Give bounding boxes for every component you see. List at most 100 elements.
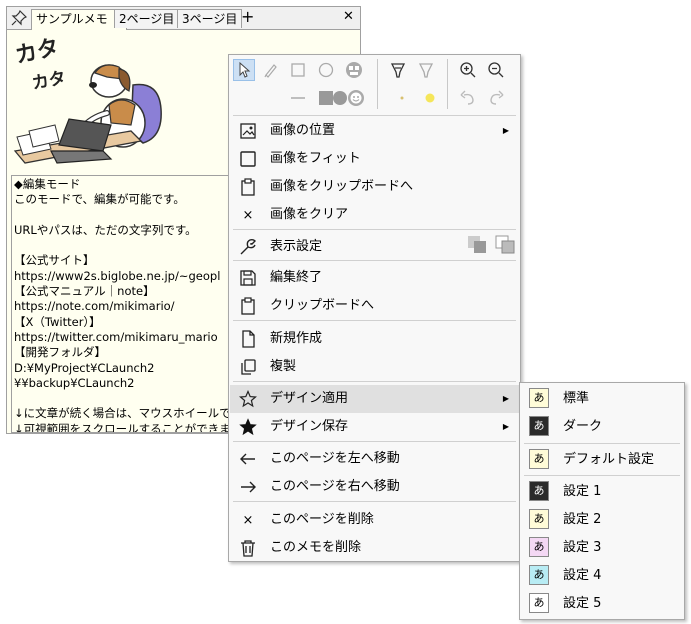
menu-item-label: クリップボードへ (270, 298, 375, 313)
zoom-out-icon (488, 62, 504, 78)
menu-item-label: このページを削除 (270, 512, 374, 527)
design-swatch-icon: あ (529, 388, 549, 408)
select-tool-button[interactable] (233, 59, 255, 81)
menu-item[interactable]: このページを左へ移動 (230, 445, 519, 473)
menu-item[interactable]: 複製 (230, 353, 519, 381)
pen-icon (264, 64, 277, 78)
submenu-item[interactable]: あ設定 3 (521, 534, 683, 562)
design-swatch-icon: あ (529, 416, 549, 436)
redo-button[interactable] (485, 87, 507, 109)
menu-item[interactable]: 編集終了 (230, 264, 519, 292)
submenu-item[interactable]: あ設定 5 (521, 590, 683, 618)
save-icon (238, 268, 258, 288)
menu-separator (233, 441, 516, 442)
menu-item-label: 画像をクリップボードへ (270, 179, 414, 194)
rectangle-outline-icon (291, 63, 305, 77)
image-text-2: カタ (30, 68, 67, 94)
menu-item[interactable]: × このページを削除 (230, 506, 519, 534)
undo-icon (460, 90, 474, 105)
menu-item[interactable]: デザイン保存 ▶ (230, 413, 519, 441)
memo-image: カタ カタ (11, 33, 177, 173)
menu-separator (233, 229, 516, 230)
menu-item[interactable]: 画像をクリップボードへ (230, 173, 519, 201)
highlighter-tool-button[interactable] (415, 59, 437, 81)
menu-item-label: このページを右へ移動 (270, 479, 400, 494)
image-position-icon (238, 121, 258, 141)
submenu-item[interactable]: あ標準 (521, 385, 683, 413)
submenu-item[interactable]: あダーク (521, 413, 683, 441)
submenu-item[interactable]: あ設定 4 (521, 562, 683, 590)
close-memo-button[interactable]: ✕ (343, 9, 354, 24)
clipboard-icon (238, 296, 258, 316)
design-swatch-icon: あ (529, 537, 549, 557)
menu-item[interactable]: このメモを削除 (230, 534, 519, 562)
small-dot-icon (400, 96, 404, 100)
tab-label: 2ページ目 (119, 12, 175, 26)
pen-tool-button[interactable] (260, 59, 282, 81)
large-dot-icon (425, 93, 435, 103)
design-swatch-icon: あ (529, 449, 549, 469)
add-tab-button[interactable]: + (241, 7, 254, 26)
cursor-icon (239, 62, 251, 78)
submenu-item-label: 設定 4 (563, 568, 602, 583)
menu-item[interactable]: このページを右へ移動 (230, 473, 519, 501)
redo-icon (490, 90, 504, 105)
submenu-item[interactable]: あ設定 2 (521, 506, 683, 534)
menu-item-label: 複製 (270, 359, 297, 374)
submenu-item-label: 標準 (563, 391, 590, 406)
menu-item-label: デザイン保存 (270, 419, 349, 434)
menu-item[interactable]: 新規作成 (230, 325, 519, 353)
dog-typing-illustration: カタ カタ (13, 35, 162, 164)
marker-tool-button[interactable] (387, 59, 409, 81)
image-text-1: カタ (13, 35, 61, 69)
mosaic-tool-button[interactable] (343, 59, 365, 81)
menu-item[interactable]: 画像の位置 ▶ (230, 117, 519, 145)
submenu-item[interactable]: あデフォルト設定 (521, 446, 683, 474)
clipboard-icon (238, 177, 258, 197)
menu-item[interactable]: 画像をフィット (230, 145, 519, 173)
zoom-out-button[interactable] (485, 59, 507, 81)
tab-page-2[interactable]: 2ページ目 (114, 9, 180, 28)
menu-item[interactable]: × 画像をクリア (230, 201, 519, 229)
menu-separator (233, 381, 516, 382)
design-swatch-icon: あ (529, 481, 549, 501)
ellipse-tool-button[interactable] (315, 59, 337, 81)
small-dot-button[interactable] (391, 87, 413, 109)
design-swatch-icon: あ (529, 565, 549, 585)
undo-button[interactable] (457, 87, 479, 109)
design-swatch-icon: あ (529, 509, 549, 529)
duplicate-icon (238, 357, 258, 377)
rectangle-tool-button[interactable] (287, 59, 309, 81)
pin-icon[interactable] (11, 9, 28, 29)
zoom-in-icon (460, 62, 476, 78)
submenu-item-label: 設定 1 (563, 484, 602, 499)
submenu-separator (524, 475, 680, 476)
star-filled-icon (238, 417, 258, 437)
menu-separator (233, 501, 516, 502)
menu-item[interactable]: デザイン適用 ▶ (230, 385, 519, 413)
submenu-item[interactable]: あ設定 1 (521, 478, 683, 506)
submenu-arrow-icon: ▶ (502, 394, 509, 403)
submenu-item-label: 設定 2 (563, 512, 602, 527)
x-icon: × (242, 207, 254, 223)
square-icon (238, 149, 258, 169)
menu-item[interactable]: クリップボードへ (230, 292, 519, 320)
view-setting-icon-b[interactable] (495, 235, 517, 258)
menu-item-label: このメモを削除 (270, 540, 362, 555)
menu-separator (233, 320, 516, 321)
large-dot-button[interactable] (419, 87, 441, 109)
submenu-arrow-icon: ▶ (502, 422, 509, 431)
marker-icon (390, 63, 406, 78)
submenu-arrow-icon: ▶ (502, 126, 509, 135)
zoom-in-button[interactable] (457, 59, 479, 81)
context-menu: 画像の位置 ▶ 画像をフィット 画像をクリップボードへ × 画像をクリア 表示設定 編集終了ク… (228, 54, 521, 562)
menu-item-label: 画像をクリア (270, 207, 349, 222)
menu-item-label: 画像の位置 (270, 123, 336, 138)
menu-item-label: 編集終了 (270, 270, 323, 285)
line-tool-button[interactable] (287, 87, 309, 109)
tab-page-3[interactable]: 3ページ目 (177, 9, 243, 28)
wrench-icon (238, 237, 258, 257)
tab-sample-memo[interactable]: サンプルメモ× (31, 9, 128, 30)
stamp-tool-button[interactable] (345, 87, 367, 109)
view-setting-icon-a[interactable] (467, 235, 489, 258)
